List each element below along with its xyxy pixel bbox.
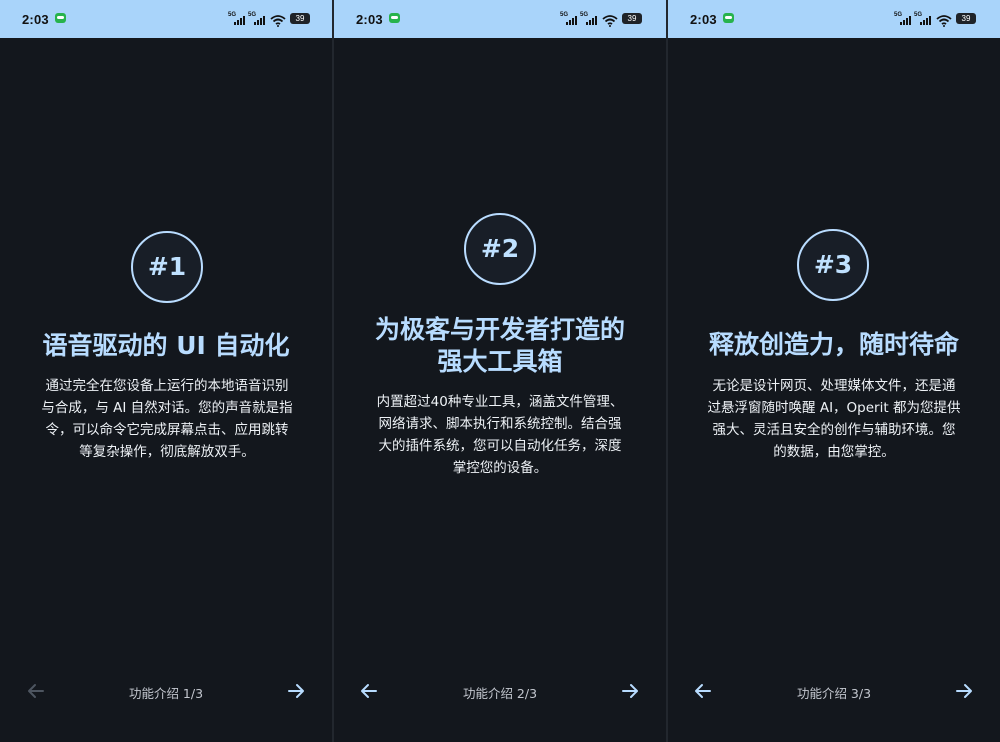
onboarding-page-1: 2:03 5G 5G 39 #1 语音驱动的 UI 自动化 通过完全在您设备上运…	[0, 0, 332, 742]
description-line: 掌控您的设备。	[452, 460, 548, 476]
next-button[interactable]	[619, 680, 641, 702]
signal-icon: 5G	[248, 12, 268, 26]
description-line: 内置超过40种专业工具，涵盖文件管理、	[376, 394, 624, 410]
page-indicator: 功能介绍 3/3	[796, 686, 872, 701]
title-line: 释放创造力，随时待命	[708, 330, 959, 359]
feature-title: 释放创造力，随时待命	[686, 329, 982, 361]
wifi-icon	[270, 12, 286, 27]
feature-description: 通过完全在您设备上运行的本地语音识别 与合成，与 AI 自然对话。您的声音就是指…	[24, 375, 310, 463]
wifi-icon	[936, 12, 952, 27]
arrow-right-icon	[956, 684, 972, 698]
chat-notification-icon	[55, 13, 66, 23]
status-bar: 2:03 5G 5G 39	[334, 0, 666, 38]
description-line: 与合成，与 AI 自然对话。您的声音就是指	[41, 400, 293, 416]
pager-footer: 功能介绍 2/3	[334, 676, 666, 706]
signal-icon: 5G	[228, 12, 248, 26]
status-time: 2:03	[22, 12, 49, 27]
next-button[interactable]	[953, 680, 975, 702]
arrow-right-icon	[622, 684, 638, 698]
page-indicator: 功能介绍 1/3	[128, 686, 204, 701]
chat-notification-icon	[723, 13, 734, 23]
description-line: 强大、灵活且安全的创作与辅助环境。您	[712, 422, 956, 438]
feature-description: 内置超过40种专业工具，涵盖文件管理、 网络请求、脚本执行和系统控制。结合强 大…	[356, 391, 644, 479]
description-line: 网络请求、脚本执行和系统控制。结合强	[378, 416, 622, 432]
onboarding-page-2: 2:03 5G 5G 39 #2 为极客与开发者打造的 强大工具箱 内置超过40…	[334, 0, 666, 742]
title-line: 语音驱动的 UI 自动化	[42, 331, 290, 360]
description-line: 等复杂操作，彻底解放双手。	[79, 444, 255, 460]
wifi-icon	[602, 12, 618, 27]
status-bar: 2:03 5G 5G 39	[0, 0, 332, 38]
description-line: 过悬浮窗随时唤醒 AI，Operit 都为您提供	[707, 400, 961, 416]
description-line: 令，可以命令它完成屏幕点击、应用跳转	[45, 422, 289, 438]
battery-icon: 39	[622, 13, 642, 24]
signal-icon: 5G	[914, 12, 934, 26]
pager-footer: 功能介绍 1/3	[0, 676, 332, 706]
description-line: 通过完全在您设备上运行的本地语音识别	[45, 378, 289, 394]
status-time: 2:03	[690, 12, 717, 27]
onboarding-page-3: 2:03 5G 5G 39 #3 释放创造力，随时待命 无论是设计网页、处理媒体…	[668, 0, 1000, 742]
next-button[interactable]	[285, 680, 307, 702]
status-bar: 2:03 5G 5G 39	[668, 0, 1000, 38]
chat-notification-icon	[389, 13, 400, 23]
pager-footer: 功能介绍 3/3	[668, 676, 1000, 706]
feature-title: 为极客与开发者打造的 强大工具箱	[352, 314, 648, 378]
feature-number-badge: #1	[131, 231, 203, 303]
signal-icon: 5G	[894, 12, 914, 26]
description-line: 的数据，由您掌控。	[773, 444, 895, 460]
arrow-right-icon	[288, 684, 304, 698]
title-line: 强大工具箱	[437, 347, 563, 376]
battery-icon: 39	[290, 13, 310, 24]
page-indicator: 功能介绍 2/3	[462, 686, 538, 701]
status-time: 2:03	[356, 12, 383, 27]
feature-description: 无论是设计网页、处理媒体文件，还是通 过悬浮窗随时唤醒 AI，Operit 都为…	[690, 375, 978, 463]
signal-icon: 5G	[580, 12, 600, 26]
feature-title: 语音驱动的 UI 自动化	[18, 330, 314, 362]
signal-icon: 5G	[560, 12, 580, 26]
onboarding-screens: 2:03 5G 5G 39 #1 语音驱动的 UI 自动化 通过完全在您设备上运…	[0, 0, 1000, 742]
description-line: 无论是设计网页、处理媒体文件，还是通	[712, 378, 956, 394]
battery-icon: 39	[956, 13, 976, 24]
title-line: 为极客与开发者打造的	[374, 315, 625, 344]
feature-number-badge: #3	[797, 229, 869, 301]
description-line: 大的插件系统，您可以自动化任务，深度	[378, 438, 622, 454]
feature-number-badge: #2	[464, 213, 536, 285]
